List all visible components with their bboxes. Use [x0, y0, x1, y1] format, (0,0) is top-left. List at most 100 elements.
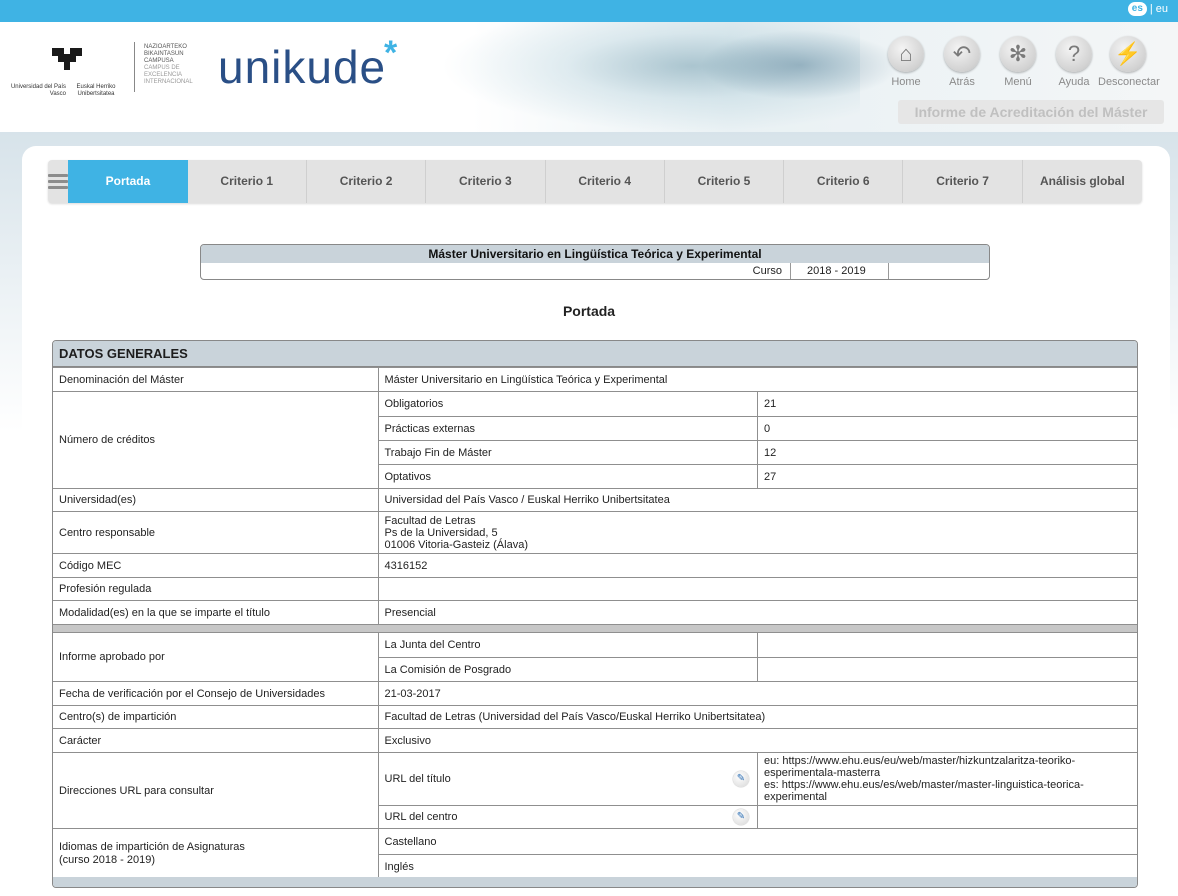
row-label: Denominación del Máster [53, 367, 379, 392]
row-label: Direcciones URL para consultar [53, 752, 379, 829]
section-heading: Portada [562, 303, 616, 319]
curso-value: 2018 - 2019 [799, 263, 889, 279]
campus-text-es: CAMPUS DE EXCELENCIA INTERNACIONAL [144, 65, 193, 85]
table-row: Centro(s) de impartición Facultad de Let… [53, 705, 1137, 729]
ehu-name-eu: Euskal Herriko Unibertsitatea [76, 84, 116, 97]
ehu-name-es: Universidad del País Vasco [10, 84, 66, 97]
master-title: Máster Universitario en Lingüística Teór… [201, 245, 989, 263]
datos-generales-panel: DATOS GENERALES Denominación del Máster … [52, 340, 1138, 888]
edit-pencil-icon[interactable]: ✎ [733, 809, 749, 825]
datos-generales-table: Denominación del Máster Máster Universit… [53, 367, 1137, 879]
row-value: Facultad de Letras Ps de la Universidad,… [377, 511, 1137, 554]
tab-list: Portada Criterio 1 Criterio 2 Criterio 3 Cri… [68, 160, 1142, 203]
url-titulo-es[interactable]: es: https://www.ehu.eus/es/web/master/ma… [764, 779, 1131, 803]
nav-label: Desconectar [1098, 76, 1160, 88]
url-centro-label: URL del centro [384, 811, 458, 823]
table-row: Número de créditos Obligatorios 21 [53, 391, 1137, 489]
nav-menu-button[interactable]: ✻ Menú [988, 36, 1048, 88]
datos-generales-header: DATOS GENERALES [53, 341, 1137, 367]
table-row: Fecha de verificación por el Consejo de … [53, 681, 1137, 706]
credito-label: Prácticas externas [378, 416, 758, 441]
header-smoke-decoration-2 [700, 30, 900, 100]
tab-bar: Portada Criterio 1 Criterio 2 Criterio 3 Cri… [48, 160, 1142, 203]
idiomas-label: Idiomas de impartición de Asignaturas [59, 840, 245, 853]
tab-criterio-7[interactable]: Criterio 7 [903, 160, 1023, 203]
row-label: Número de créditos [53, 391, 379, 489]
table-row: Informe aprobado por La Junta del Centro [53, 632, 1137, 682]
url-titulo-label: URL del título [384, 773, 451, 785]
tab-criterio-3[interactable]: Criterio 3 [426, 160, 546, 203]
hamburger-menu-icon[interactable] [48, 160, 69, 203]
logo-divider [134, 42, 135, 92]
informe-value [757, 632, 1137, 658]
ehu-logo[interactable]: Universidad del País Vasco Euskal Herrik… [6, 34, 126, 104]
credito-value: 21 [757, 391, 1137, 417]
tab-criterio-2[interactable]: Criterio 2 [307, 160, 427, 203]
row-label: Informe aprobado por [53, 632, 379, 682]
centro-address: Ps de la Universidad, 5 [384, 526, 498, 539]
table-row: Idiomas de impartición de Asignaturas (c… [53, 828, 1137, 879]
top-strip: es | eu [0, 0, 1178, 22]
tab-portada[interactable]: Portada [68, 160, 188, 203]
edit-pencil-icon[interactable]: ✎ [733, 771, 749, 787]
table-row: Universidad(es) Universidad del País Vas… [53, 488, 1137, 512]
row-value: Máster Universitario en Lingüística Teór… [377, 367, 1137, 392]
row-value [377, 577, 1137, 601]
credito-value: 27 [757, 464, 1137, 489]
row-value: Facultad de Letras (Universidad del País… [377, 705, 1137, 729]
tab-analisis-global[interactable]: Análisis global [1023, 160, 1142, 203]
tab-criterio-4[interactable]: Criterio 4 [546, 160, 665, 203]
nav-label: Atrás [949, 76, 975, 88]
idioma-value: Castellano [377, 828, 1137, 855]
table-row: Profesión regulada [53, 577, 1137, 601]
help-icon: ? [1056, 36, 1092, 72]
table-row: Código MEC 4316152 [53, 553, 1137, 578]
ehu-tree-icon [52, 48, 82, 70]
row-label: Centro(s) de impartición [53, 705, 379, 729]
campus-text-eu: NAZIOARTEKO BIKAINTASUN CAMPUSA [144, 44, 187, 64]
centro-city: 01006 Vitoria-Gasteiz (Álava) [384, 538, 528, 551]
row-value: Exclusivo [377, 728, 1137, 753]
lang-es-button[interactable]: es [1127, 2, 1147, 16]
page: es | eu Universidad del País Vasco Euska… [0, 0, 1178, 896]
curso-row: Curso 2018 - 2019 [201, 263, 989, 279]
row-label: Universidad(es) [53, 488, 379, 512]
nav-desconectar-button[interactable]: ⚡ Desconectar [1098, 36, 1160, 88]
tab-criterio-5[interactable]: Criterio 5 [665, 160, 785, 203]
table-separator [53, 624, 1137, 633]
nav-home-button[interactable]: ⌂ Home [876, 36, 936, 88]
nav-label: Home [891, 76, 921, 88]
credito-value: 12 [757, 440, 1137, 465]
lightning-icon: ⚡ [1110, 36, 1146, 72]
row-value: Presencial [377, 600, 1137, 625]
master-title-box: Máster Universitario en Lingüística Teór… [200, 244, 990, 280]
unikude-star-icon: * [384, 34, 398, 72]
datos-generales-footer [53, 877, 1137, 887]
row-label: Carácter [53, 728, 379, 753]
row-label: Profesión regulada [53, 577, 379, 601]
tab-criterio-1[interactable]: Criterio 1 [188, 160, 307, 203]
lang-eu-button[interactable]: eu [1156, 3, 1168, 15]
idioma-value: Inglés [378, 854, 1137, 879]
credito-value: 0 [757, 416, 1137, 441]
informe-value [757, 657, 1137, 682]
table-row: Carácter Exclusivo [53, 728, 1137, 753]
credito-label: Obligatorios [377, 391, 758, 417]
campus-logo: NAZIOARTEKO BIKAINTASUN CAMPUSA CAMPUS D… [144, 44, 214, 86]
url-titulo-values: eu: https://www.ehu.eus/eu/web/master/hi… [757, 752, 1137, 806]
language-switcher: es | eu [1127, 2, 1168, 16]
home-icon: ⌂ [888, 36, 924, 72]
url-titulo-eu[interactable]: eu: https://www.ehu.eus/eu/web/master/hi… [764, 755, 1131, 779]
nav-atras-button[interactable]: ↶ Atrás [932, 36, 992, 88]
row-value: Universidad del País Vasco / Euskal Herr… [377, 488, 1137, 512]
table-row: Direcciones URL para consultar URL del t… [53, 752, 1137, 829]
credito-label: Optativos [378, 464, 758, 489]
row-label: Centro responsable [53, 511, 379, 554]
nav-ayuda-button[interactable]: ? Ayuda [1044, 36, 1104, 88]
url-centro-value [757, 805, 1137, 829]
url-centro-cell: URL del centro ✎ [378, 805, 758, 829]
row-label: Código MEC [53, 553, 379, 578]
idiomas-curso: (curso 2018 - 2019) [59, 853, 155, 866]
tab-criterio-6[interactable]: Criterio 6 [784, 160, 904, 203]
unikude-logo[interactable]: unikude [218, 40, 386, 94]
